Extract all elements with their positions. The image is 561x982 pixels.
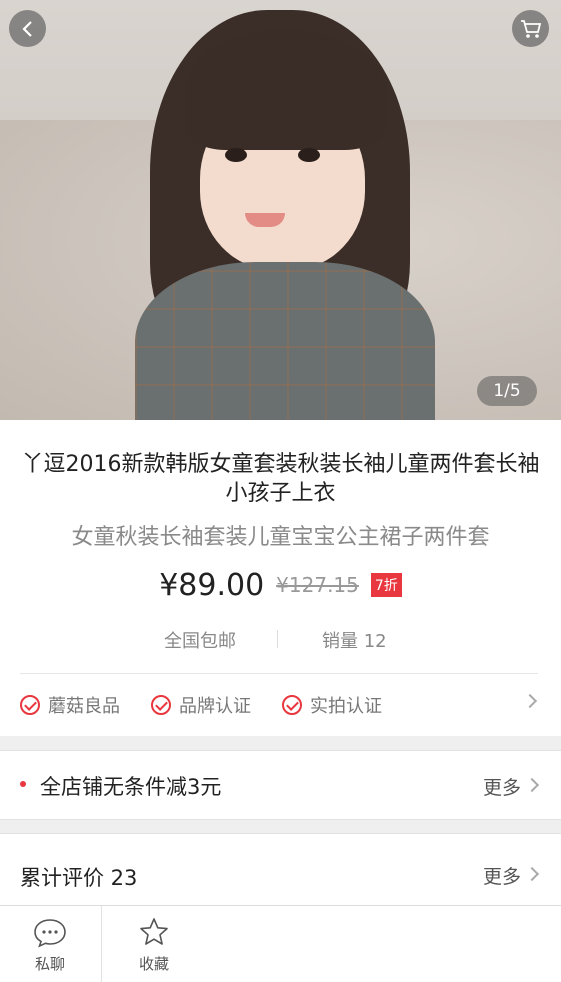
chat-bubble-icon [34,919,66,948]
badge-photo-certified: 实拍认证 [282,692,382,718]
chevron-right-icon [524,866,540,882]
meta-divider [277,630,278,648]
original-price: ¥127.15 [276,573,359,597]
chat-label: 私聊 [34,955,65,973]
image-pager: 1/5 [477,376,537,406]
badge-brand-certified: 品牌认证 [151,692,251,718]
bottom-action-bar: 私聊 收藏 [0,905,561,982]
reviews-more-link[interactable]: 更多 [483,862,521,889]
back-button[interactable] [9,10,46,47]
favorite-label: 收藏 [138,955,169,973]
price-row: ¥89.00 ¥127.15 7折 [0,567,561,603]
product-image-gallery[interactable]: 1/5 [0,0,561,420]
product-title: 丫逗2016新款韩版女童套装秋装长袖儿童两件套长袖小孩子上衣 [21,452,540,506]
certification-badges[interactable]: 蘑菇良品 品牌认证 实拍认证 [0,684,561,724]
badge-mogu-quality: 蘑菇良品 [20,692,120,718]
chevron-left-icon [21,20,32,37]
photo-eye-right [298,148,320,162]
red-dot-icon [20,781,26,787]
cart-icon [520,19,541,38]
divider [20,673,538,674]
chevron-right-icon [524,777,540,793]
chat-button[interactable]: 私聊 [0,906,100,982]
check-circle-icon [151,695,171,715]
product-info-card: 丫逗2016新款韩版女童套装秋装长袖儿童两件套长袖小孩子上衣 女童秋装长袖套装儿… [0,420,561,736]
check-circle-icon [20,695,40,715]
photo-bangs [185,30,385,150]
promo-more-link[interactable]: 更多 [483,773,521,800]
store-promotion-row[interactable]: 全店铺无条件减3元 更多 [0,750,561,820]
star-icon [140,918,168,945]
chevron-right-icon [522,693,538,709]
discount-badge: 7折 [370,573,402,597]
favorite-button[interactable]: 收藏 [104,906,204,982]
cart-button[interactable] [512,10,549,47]
product-subtitle: 女童秋装长袖套装儿童宝宝公主裙子两件套 [71,525,490,550]
photo-plaid-shirt [135,262,435,420]
badge-label: 蘑菇良品 [48,696,120,717]
shipping-info: 全国包邮 [164,631,236,652]
current-price: ¥89.00 [159,567,265,603]
badge-label: 品牌认证 [179,696,251,717]
tab-divider [101,906,102,982]
sales-count: 销量 12 [322,631,387,652]
badge-label: 实拍认证 [310,696,382,717]
meta-row: 全国包邮 销量 12 [0,627,561,652]
check-circle-icon [282,695,302,715]
promotion-text: 全店铺无条件减3元 [40,775,222,799]
reviews-row[interactable]: 累计评价 23 更多 [0,833,561,906]
reviews-count: 累计评价 23 [20,866,138,890]
photo-eye-left [225,148,247,162]
